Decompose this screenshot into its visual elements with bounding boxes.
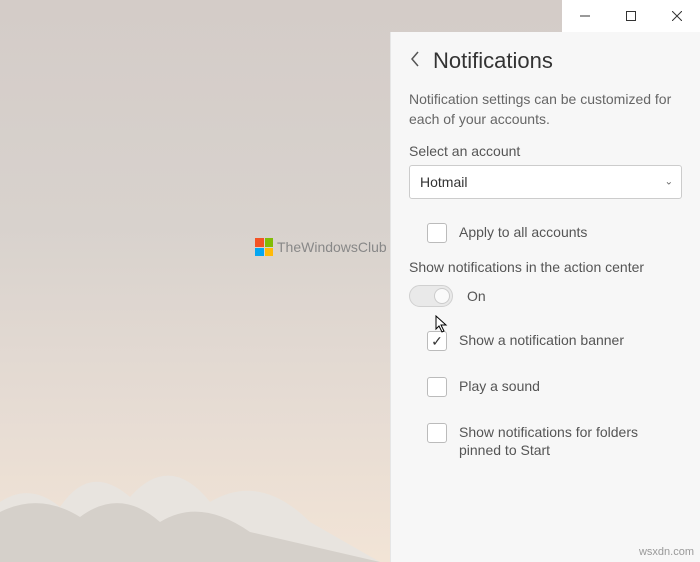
sound-row[interactable]: Play a sound (409, 371, 682, 403)
maximize-button[interactable] (608, 0, 654, 32)
page-title: Notifications (433, 48, 553, 74)
minimize-button[interactable] (562, 0, 608, 32)
apply-all-checkbox[interactable] (427, 223, 447, 243)
action-center-toggle-row[interactable]: On (409, 285, 682, 307)
banner-row[interactable]: Show a notification banner (409, 325, 682, 357)
action-center-label: Show notifications in the action center (409, 259, 682, 275)
close-icon (672, 11, 682, 21)
folders-checkbox[interactable] (427, 423, 447, 443)
account-select[interactable]: Hotmail ⌄ (409, 165, 682, 199)
toggle-state-label: On (467, 288, 486, 304)
watermark-text: TheWindowsClub (277, 239, 387, 255)
banner-label: Show a notification banner (459, 331, 624, 349)
action-center-toggle[interactable] (409, 285, 453, 307)
minimize-icon (580, 11, 590, 21)
sound-checkbox[interactable] (427, 377, 447, 397)
watermark: TheWindowsClub (255, 238, 387, 256)
close-button[interactable] (654, 0, 700, 32)
sound-label: Play a sound (459, 377, 540, 395)
chevron-down-icon: ⌄ (665, 177, 673, 188)
window-titlebar (562, 0, 700, 32)
toggle-knob (434, 288, 450, 304)
attribution-text: wsxdn.com (639, 546, 694, 558)
apply-all-label: Apply to all accounts (459, 223, 587, 241)
chevron-left-icon (409, 50, 421, 68)
apply-all-row[interactable]: Apply to all accounts (409, 217, 682, 249)
maximize-icon (626, 11, 636, 21)
windows-logo-icon (255, 238, 273, 256)
notifications-panel: Notifications Notification settings can … (390, 32, 700, 562)
back-button[interactable] (409, 50, 421, 73)
mountain-image (0, 442, 380, 562)
select-account-label: Select an account (409, 143, 682, 159)
folders-label: Show notifications for folders pinned to… (459, 423, 682, 459)
description-text: Notification settings can be customized … (409, 90, 682, 129)
folders-row[interactable]: Show notifications for folders pinned to… (409, 417, 682, 465)
banner-checkbox[interactable] (427, 331, 447, 351)
account-select-value: Hotmail (420, 174, 467, 190)
